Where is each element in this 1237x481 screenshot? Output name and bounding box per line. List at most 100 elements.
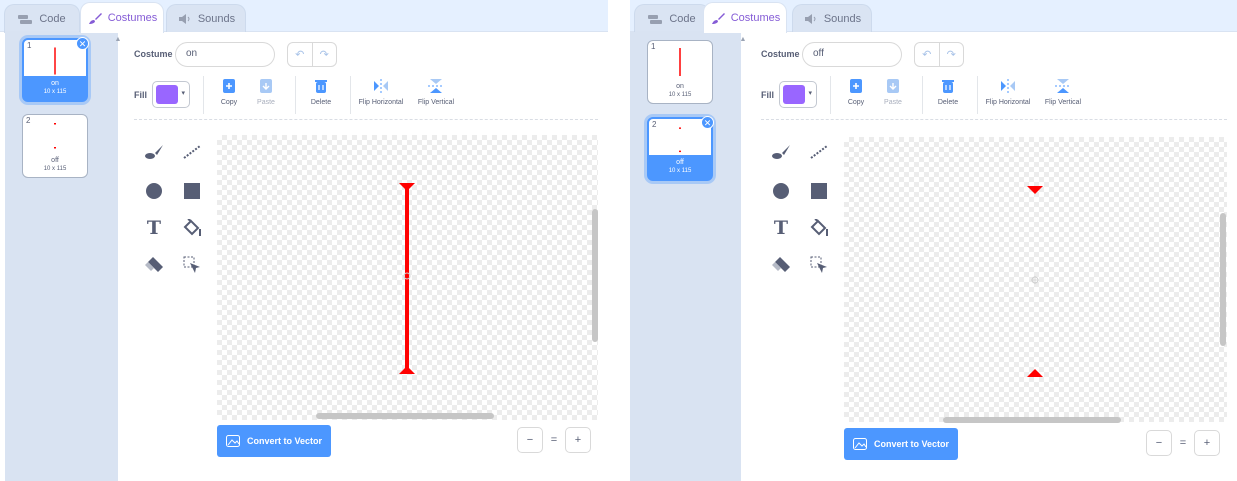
eraser-tool[interactable] [769,253,793,277]
paste-label: Paste [257,99,275,106]
costume-item-on[interactable]: 1 on 10 x 115 [647,40,713,104]
delete-costume-icon[interactable]: ✕ [701,116,714,129]
redo-icon: ↷ [946,49,956,61]
costume-item-off[interactable]: 2 off 10 x 115 [22,114,88,178]
zoom-controls: − = + [1146,430,1220,456]
tab-code[interactable]: Code [4,4,80,33]
flip-horizontal-label: Flip Horizontal [358,99,404,106]
costume-dimensions: 10 x 115 [668,168,692,174]
costume-name-input[interactable]: off [802,42,902,67]
fill-tool[interactable] [807,216,831,240]
costume-thumbnail-art [679,48,681,76]
undo-button[interactable]: ↶ [288,43,312,66]
fill-label: Fill [761,90,774,100]
redo-button[interactable]: ↷ [938,43,964,66]
costume-item-off[interactable]: 2 off 10 x 115 ✕ [647,116,714,181]
delete-label: Delete [937,99,959,106]
code-blocks-icon [18,15,33,24]
fill-label: Fill [134,90,147,100]
zoom-out-button[interactable]: − [517,427,543,453]
costume-caption: off 10 x 115 [649,155,711,179]
tab-sounds-label: Sounds [197,13,236,25]
select-tool[interactable] [807,253,831,277]
costume-list: 1 on 10 x 115 ✕ 2 off 10 x 115 [5,32,118,481]
flip-vertical-label: Flip Vertical [417,99,455,106]
tab-costumes-label: Costumes [730,12,781,24]
tab-costumes[interactable]: Costumes [80,2,164,33]
paint-editor-panel-off: Code Costumes Sounds 1 on 10 x 115 2 off… [630,0,1237,481]
tab-code[interactable]: Code [634,4,710,33]
circle-tool[interactable] [142,179,166,203]
flip-horizontal-button[interactable]: Flip Horizontal [978,76,1038,116]
zoom-in-icon: + [1203,437,1211,449]
circle-icon [773,183,789,199]
flip-vertical-button[interactable]: Flip Vertical [406,76,466,116]
line-tool[interactable] [180,140,204,164]
fill-color-picker[interactable]: ▾ [152,81,190,108]
zoom-reset-button[interactable]: = [1172,430,1194,456]
zoom-in-button[interactable]: + [565,427,591,453]
redo-button[interactable]: ↷ [311,43,337,66]
flip-vertical-button[interactable]: Flip Vertical [1033,76,1093,116]
paste-button[interactable]: Paste [863,76,923,116]
tab-costumes[interactable]: Costumes [703,2,787,33]
redo-icon: ↷ [319,49,329,61]
chevron-down-icon: ▾ [181,90,185,97]
vertical-scrollbar[interactable] [1220,213,1226,346]
line-icon [810,145,828,159]
paintbrush-icon [711,13,725,24]
convert-to-vector-button[interactable]: Convert to Vector [217,425,331,457]
scroll-up-arrow-icon[interactable]: ▲ [113,36,123,46]
copy-label: Copy [220,99,238,106]
rectangle-tool[interactable] [180,179,204,203]
tab-costumes-label: Costumes [107,12,158,24]
costume-dimensions: 10 x 115 [43,166,67,172]
circle-icon [146,183,162,199]
flip-vertical-label: Flip Vertical [1044,99,1082,106]
drawing-canvas[interactable] [217,135,598,420]
tab-sounds[interactable]: Sounds [792,4,872,33]
text-icon: T [146,217,162,239]
paste-icon [887,79,899,93]
flip-vertical-icon [428,79,444,93]
horizontal-scrollbar[interactable] [316,413,494,419]
trash-icon [942,80,954,93]
zoom-controls: − = + [517,427,591,453]
costume-thumbnail-art [54,123,56,149]
delete-costume-icon[interactable]: ✕ [76,37,89,50]
text-tool[interactable]: T [142,216,166,240]
scroll-up-arrow-icon[interactable]: ▲ [738,36,748,46]
fill-tool[interactable] [180,216,204,240]
delete-button[interactable]: Delete [918,76,978,116]
zoom-reset-button[interactable]: = [543,427,565,453]
paste-label: Paste [884,99,902,106]
eraser-tool[interactable] [142,253,166,277]
tab-sounds[interactable]: Sounds [166,4,246,33]
flip-horizontal-button[interactable]: Flip Horizontal [351,76,411,116]
costume-name-input[interactable]: on [175,42,275,67]
line-tool[interactable] [807,140,831,164]
convert-to-vector-button[interactable]: Convert to Vector [844,428,958,460]
rectangle-tool[interactable] [807,179,831,203]
paint-bucket-icon [810,219,828,236]
vertical-scrollbar[interactable] [592,209,598,342]
fill-color-picker[interactable]: ▾ [779,81,817,108]
circle-tool[interactable] [769,179,793,203]
costume-dimensions: 10 x 115 [43,89,67,95]
code-blocks-icon [648,15,663,24]
paintbrush-icon [88,13,102,24]
zoom-out-button[interactable]: − [1146,430,1172,456]
brush-tool[interactable] [142,140,166,164]
horizontal-scrollbar[interactable] [943,417,1121,423]
undo-button[interactable]: ↶ [915,43,939,66]
zoom-in-button[interactable]: + [1194,430,1220,456]
undo-icon: ↶ [922,49,932,61]
drawing-canvas[interactable] [844,137,1227,423]
text-tool[interactable]: T [769,216,793,240]
paste-button[interactable]: Paste [236,76,296,116]
select-tool[interactable] [180,253,204,277]
costume-item-on[interactable]: 1 on 10 x 115 ✕ [22,37,89,102]
brush-tool[interactable] [769,140,793,164]
costume-thumbnail [651,123,709,157]
delete-button[interactable]: Delete [291,76,351,116]
